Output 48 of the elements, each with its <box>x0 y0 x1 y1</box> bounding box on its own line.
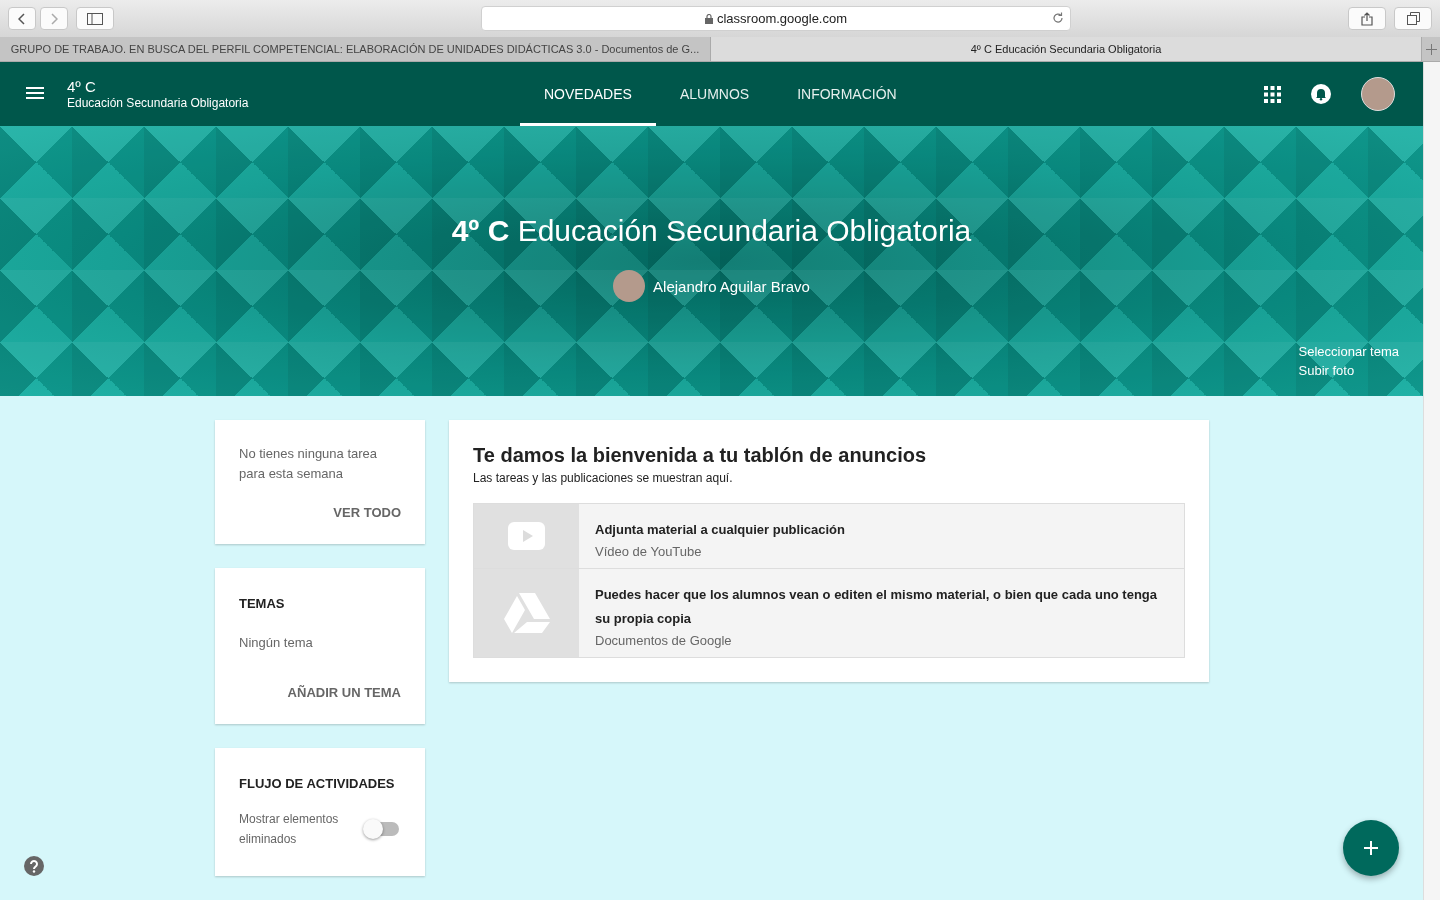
sidebar-icon <box>87 12 103 25</box>
address-bar[interactable]: classroom.google.com <box>481 6 1071 31</box>
play-icon <box>508 522 545 550</box>
tip-subtitle: Vídeo de YouTube <box>595 543 703 561</box>
lock-icon <box>704 13 713 24</box>
new-tab-button[interactable] <box>1422 37 1440 61</box>
nav-tab[interactable]: ALUMNOS <box>655 62 774 126</box>
class-section: Educación Secundaria Obligatoria <box>67 96 297 110</box>
apps-grid-icon[interactable] <box>1264 85 1281 103</box>
user-avatar[interactable] <box>1361 77 1395 111</box>
banner-link[interactable]: Subir foto <box>1298 363 1399 378</box>
sidebar-button[interactable] <box>76 7 114 30</box>
teacher-name: Alejandro Aguilar Bravo <box>653 277 810 295</box>
plus-icon <box>1425 43 1437 55</box>
browser-tab[interactable]: 4º C Educación Secundaria Obligatoria <box>711 37 1423 61</box>
share-icon <box>1361 11 1373 26</box>
notifications-bell-icon[interactable] <box>1311 84 1331 104</box>
class-title: 4º C Educación Secundaria Obligatoria <box>451 214 972 248</box>
browser-tab[interactable]: GRUPO DE TRABAJO. EN BUSCA DEL PERFIL COMPETENCIAL: ELABORACIÓN DE UNIDADES DIDÁCTICAS 3.0 - Documentos de G... <box>0 37 711 61</box>
welcome-title: Te damos la bienvenida a tu tablón de anuncios <box>473 444 928 467</box>
toggle-label: Mostrar elementos eliminados <box>239 811 340 848</box>
plus-icon <box>1363 840 1379 856</box>
view-all-link[interactable]: VER TODO <box>333 505 401 520</box>
tip-title: Puedes hacer que los alumnos vean o editen el mismo material, o bien que cada uno tenga su propia copia <box>595 586 1159 628</box>
reload-icon[interactable] <box>1052 12 1064 24</box>
card-title: FLUJO DE ACTIVIDADES <box>239 776 396 791</box>
scrollbar[interactable] <box>1423 62 1440 900</box>
empty-topics-text: Ningún tema <box>239 634 314 652</box>
tip-title: Adjunta material a cualquier publicación <box>595 521 846 539</box>
tip-subtitle: Documentos de Google <box>595 632 733 650</box>
welcome-subtitle: Las tareas y las publicaciones se muestran aquí. <box>473 471 734 485</box>
nav-tab[interactable]: NOVEDADES <box>520 62 656 126</box>
class-name: 4º C <box>67 78 97 95</box>
add-topic-link[interactable]: AÑADIR UN TEMA <box>287 685 401 700</box>
add-button[interactable] <box>1343 820 1399 876</box>
upcoming-text: No tienes ninguna tarea para esta semana <box>239 445 379 483</box>
menu-icon[interactable] <box>26 87 44 101</box>
share-button[interactable] <box>1348 7 1386 30</box>
chevron-right-icon <box>50 12 58 25</box>
triangle-drive-icon <box>503 593 550 633</box>
toggle-switch[interactable] <box>363 818 401 840</box>
help-icon[interactable] <box>24 856 44 876</box>
card-title: TEMAS <box>239 596 286 611</box>
nav-tab[interactable]: INFORMACIÓN <box>773 62 921 126</box>
tabs-button[interactable] <box>1394 7 1432 30</box>
chevron-left-icon <box>18 12 26 25</box>
teacher-avatar <box>613 270 646 302</box>
overlapping-squares-icon <box>1406 12 1420 25</box>
